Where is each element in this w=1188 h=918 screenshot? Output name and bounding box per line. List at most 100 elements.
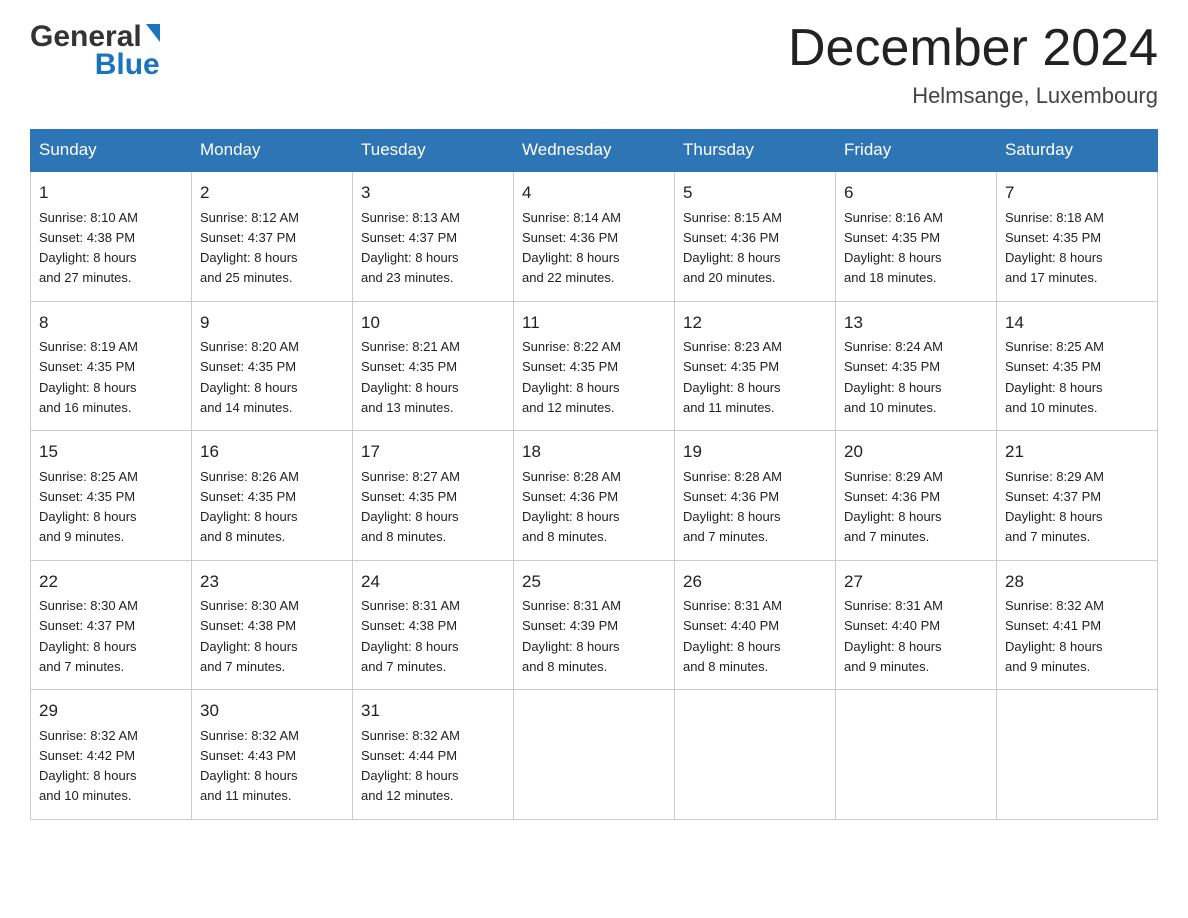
day-info: Sunrise: 8:21 AMSunset: 4:35 PMDaylight:… [361, 339, 460, 415]
day-info: Sunrise: 8:16 AMSunset: 4:35 PMDaylight:… [844, 210, 943, 286]
day-number: 11 [522, 310, 666, 336]
day-number: 6 [844, 180, 988, 206]
calendar-cell: 25 Sunrise: 8:31 AMSunset: 4:39 PMDayligh… [514, 560, 675, 690]
day-number: 12 [683, 310, 827, 336]
calendar-cell: 29 Sunrise: 8:32 AMSunset: 4:42 PMDayligh… [31, 690, 192, 820]
day-number: 22 [39, 569, 183, 595]
day-number: 20 [844, 439, 988, 465]
calendar-cell: 31 Sunrise: 8:32 AMSunset: 4:44 PMDayligh… [353, 690, 514, 820]
day-number: 14 [1005, 310, 1149, 336]
calendar-cell: 15 Sunrise: 8:25 AMSunset: 4:35 PMDayligh… [31, 431, 192, 561]
calendar-cell: 24 Sunrise: 8:31 AMSunset: 4:38 PMDayligh… [353, 560, 514, 690]
day-info: Sunrise: 8:28 AMSunset: 4:36 PMDaylight:… [683, 469, 782, 545]
day-number: 19 [683, 439, 827, 465]
calendar-cell: 28Sunrise: 8:32 AMSunset: 4:41 PMDayligh… [997, 560, 1158, 690]
day-number: 5 [683, 180, 827, 206]
calendar-week-4: 22 Sunrise: 8:30 AMSunset: 4:37 PMDayligh… [31, 560, 1158, 690]
calendar-cell: 5 Sunrise: 8:15 AMSunset: 4:36 PMDaylight… [675, 171, 836, 301]
calendar-cell [836, 690, 997, 820]
calendar-cell: 2Sunrise: 8:12 AMSunset: 4:37 PMDaylight… [192, 171, 353, 301]
calendar-cell: 13 Sunrise: 8:24 AMSunset: 4:35 PMDayligh… [836, 301, 997, 431]
calendar-cell: 6 Sunrise: 8:16 AMSunset: 4:35 PMDaylight… [836, 171, 997, 301]
location-subtitle: Helmsange, Luxembourg [788, 83, 1158, 109]
day-number: 25 [522, 569, 666, 595]
calendar-cell: 3Sunrise: 8:13 AMSunset: 4:37 PMDaylight… [353, 171, 514, 301]
day-number: 21 [1005, 439, 1149, 465]
day-number: 29 [39, 698, 183, 724]
day-info: Sunrise: 8:24 AMSunset: 4:35 PMDaylight:… [844, 339, 943, 415]
day-number: 3 [361, 180, 505, 206]
day-info: Sunrise: 8:25 AMSunset: 4:35 PMDaylight:… [39, 469, 138, 545]
logo: General Blue [30, 20, 160, 82]
calendar-week-5: 29 Sunrise: 8:32 AMSunset: 4:42 PMDayligh… [31, 690, 1158, 820]
day-info: Sunrise: 8:30 AMSunset: 4:38 PMDaylight:… [200, 598, 299, 674]
calendar-cell: 22 Sunrise: 8:30 AMSunset: 4:37 PMDayligh… [31, 560, 192, 690]
month-title: December 2024 [788, 20, 1158, 77]
day-number: 27 [844, 569, 988, 595]
day-number: 8 [39, 310, 183, 336]
calendar-cell: 9Sunrise: 8:20 AMSunset: 4:35 PMDaylight… [192, 301, 353, 431]
day-number: 26 [683, 569, 827, 595]
calendar-cell: 12 Sunrise: 8:23 AMSunset: 4:35 PMDayligh… [675, 301, 836, 431]
logo-triangle-icon [146, 24, 160, 42]
day-info: Sunrise: 8:15 AMSunset: 4:36 PMDaylight:… [683, 210, 782, 286]
calendar-cell: 18Sunrise: 8:28 AMSunset: 4:36 PMDayligh… [514, 431, 675, 561]
day-info: Sunrise: 8:32 AMSunset: 4:42 PMDaylight:… [39, 728, 138, 804]
calendar-week-3: 15 Sunrise: 8:25 AMSunset: 4:35 PMDayligh… [31, 431, 1158, 561]
calendar-week-2: 8Sunrise: 8:19 AMSunset: 4:35 PMDaylight… [31, 301, 1158, 431]
day-number: 17 [361, 439, 505, 465]
day-info: Sunrise: 8:23 AMSunset: 4:35 PMDaylight:… [683, 339, 782, 415]
calendar-cell [514, 690, 675, 820]
day-info: Sunrise: 8:31 AMSunset: 4:39 PMDaylight:… [522, 598, 621, 674]
day-info: Sunrise: 8:30 AMSunset: 4:37 PMDaylight:… [39, 598, 138, 674]
day-info: Sunrise: 8:32 AMSunset: 4:43 PMDaylight:… [200, 728, 299, 804]
day-number: 9 [200, 310, 344, 336]
calendar-cell: 14 Sunrise: 8:25 AMSunset: 4:35 PMDayligh… [997, 301, 1158, 431]
calendar-cell: 19 Sunrise: 8:28 AMSunset: 4:36 PMDayligh… [675, 431, 836, 561]
calendar-cell: 23 Sunrise: 8:30 AMSunset: 4:38 PMDayligh… [192, 560, 353, 690]
header-tuesday: Tuesday [353, 130, 514, 172]
calendar-cell: 10Sunrise: 8:21 AMSunset: 4:35 PMDayligh… [353, 301, 514, 431]
calendar-cell: 21Sunrise: 8:29 AMSunset: 4:37 PMDayligh… [997, 431, 1158, 561]
header-sunday: Sunday [31, 130, 192, 172]
logo-blue-text: Blue [95, 48, 160, 82]
calendar-cell: 4 Sunrise: 8:14 AMSunset: 4:36 PMDaylight… [514, 171, 675, 301]
day-info: Sunrise: 8:10 AMSunset: 4:38 PMDaylight:… [39, 210, 138, 286]
day-info: Sunrise: 8:18 AMSunset: 4:35 PMDaylight:… [1005, 210, 1104, 286]
calendar-cell: 26Sunrise: 8:31 AMSunset: 4:40 PMDayligh… [675, 560, 836, 690]
day-info: Sunrise: 8:31 AMSunset: 4:38 PMDaylight:… [361, 598, 460, 674]
day-number: 7 [1005, 180, 1149, 206]
header-saturday: Saturday [997, 130, 1158, 172]
header-wednesday: Wednesday [514, 130, 675, 172]
calendar-cell: 16Sunrise: 8:26 AMSunset: 4:35 PMDayligh… [192, 431, 353, 561]
day-info: Sunrise: 8:32 AMSunset: 4:44 PMDaylight:… [361, 728, 460, 804]
day-info: Sunrise: 8:22 AMSunset: 4:35 PMDaylight:… [522, 339, 621, 415]
header-friday: Friday [836, 130, 997, 172]
calendar-cell: 11 Sunrise: 8:22 AMSunset: 4:35 PMDayligh… [514, 301, 675, 431]
day-number: 24 [361, 569, 505, 595]
day-info: Sunrise: 8:31 AMSunset: 4:40 PMDaylight:… [844, 598, 943, 674]
calendar-table: SundayMondayTuesdayWednesdayThursdayFrid… [30, 129, 1158, 820]
calendar-cell: 27 Sunrise: 8:31 AMSunset: 4:40 PMDayligh… [836, 560, 997, 690]
day-info: Sunrise: 8:27 AMSunset: 4:35 PMDaylight:… [361, 469, 460, 545]
title-area: December 2024 Helmsange, Luxembourg [788, 20, 1158, 109]
page-header: General Blue December 2024 Helmsange, Lu… [30, 20, 1158, 109]
calendar-cell: 7 Sunrise: 8:18 AMSunset: 4:35 PMDaylight… [997, 171, 1158, 301]
calendar-cell [997, 690, 1158, 820]
day-number: 31 [361, 698, 505, 724]
calendar-cell: 20 Sunrise: 8:29 AMSunset: 4:36 PMDayligh… [836, 431, 997, 561]
day-info: Sunrise: 8:14 AMSunset: 4:36 PMDaylight:… [522, 210, 621, 286]
day-number: 4 [522, 180, 666, 206]
calendar-week-1: 1Sunrise: 8:10 AMSunset: 4:38 PMDaylight… [31, 171, 1158, 301]
day-info: Sunrise: 8:26 AMSunset: 4:35 PMDaylight:… [200, 469, 299, 545]
day-number: 23 [200, 569, 344, 595]
day-number: 13 [844, 310, 988, 336]
day-number: 15 [39, 439, 183, 465]
calendar-cell: 30Sunrise: 8:32 AMSunset: 4:43 PMDayligh… [192, 690, 353, 820]
day-info: Sunrise: 8:12 AMSunset: 4:37 PMDaylight:… [200, 210, 299, 286]
calendar-cell: 1Sunrise: 8:10 AMSunset: 4:38 PMDaylight… [31, 171, 192, 301]
calendar-cell [675, 690, 836, 820]
day-info: Sunrise: 8:29 AMSunset: 4:36 PMDaylight:… [844, 469, 943, 545]
day-info: Sunrise: 8:25 AMSunset: 4:35 PMDaylight:… [1005, 339, 1104, 415]
day-number: 18 [522, 439, 666, 465]
